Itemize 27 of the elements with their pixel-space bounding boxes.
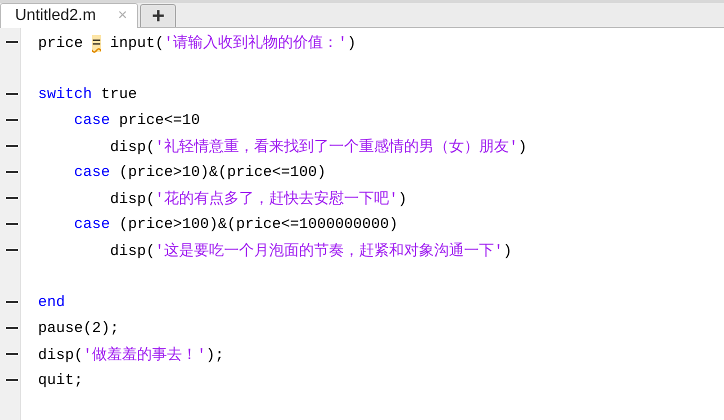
breakpoint-dash[interactable]: [6, 119, 18, 121]
code-line: disp('礼轻情意重，看来找到了一个重感情的男（女）朋友'): [110, 138, 528, 156]
code-line: quit;: [38, 372, 84, 388]
breakpoint-dash[interactable]: [6, 93, 18, 95]
code-line: case (price>100)&(price<=1000000000): [74, 216, 398, 232]
code-line: disp('花的有点多了，赶快去安慰一下吧'): [110, 189, 408, 208]
code-line: disp('这是要吃一个月泡面的节奏，赶紧和对象沟通一下'): [110, 242, 512, 260]
code-line: case (price>10)&(price<=100): [74, 164, 326, 180]
breakpoint-dash[interactable]: [6, 41, 18, 43]
code-line: disp('做羞羞的事去！');: [38, 345, 224, 364]
code-line: pause(2);: [38, 320, 120, 336]
breakpoint-dash[interactable]: [6, 327, 18, 329]
new-tab-button[interactable]: +: [140, 4, 176, 27]
code-line: price = input('请输入收到礼物的价值：'): [38, 34, 356, 52]
breakpoint-dash[interactable]: [6, 301, 18, 303]
breakpoint-dash[interactable]: [6, 353, 18, 355]
breakpoint-dash[interactable]: [6, 379, 18, 381]
code-line: case price<=10: [74, 112, 200, 128]
breakpoint-dash[interactable]: [6, 145, 18, 147]
breakpoint-dash[interactable]: [6, 249, 18, 251]
code-line: end: [38, 294, 66, 310]
tab-label: Untitled2.m: [15, 7, 96, 25]
breakpoint-dash[interactable]: [6, 223, 18, 225]
breakpoint-dash[interactable]: [6, 197, 18, 199]
file-tab[interactable]: Untitled2.m ×: [0, 3, 138, 28]
code-line: switch true: [38, 86, 138, 102]
breakpoint-dash[interactable]: [6, 171, 18, 173]
